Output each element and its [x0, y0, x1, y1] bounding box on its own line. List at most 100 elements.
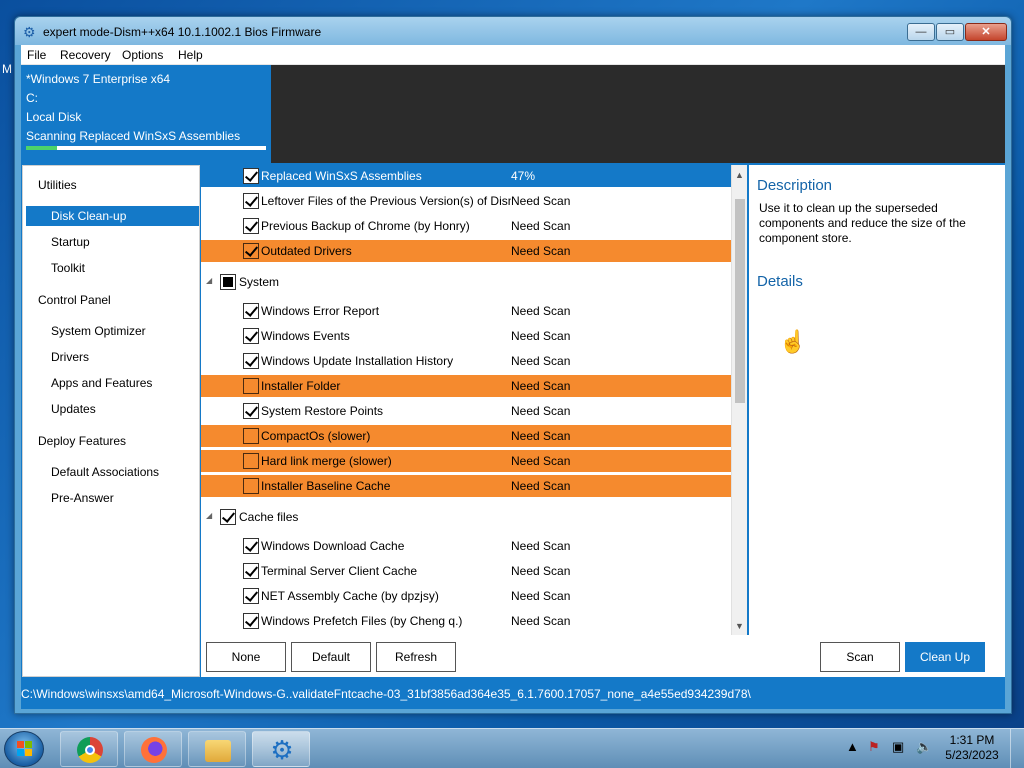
group-checkbox[interactable]: [220, 509, 236, 525]
status-path: C:\Windows\winsxs\amd64_Microsoft-Window…: [21, 687, 751, 701]
sidebar-group-deploy-features[interactable]: Deploy Features: [38, 434, 126, 448]
sidebar-group-control-panel[interactable]: Control Panel: [38, 293, 111, 307]
item-checkbox[interactable]: [243, 428, 259, 444]
sidebar-item-updates[interactable]: Updates: [26, 399, 199, 419]
item-checkbox[interactable]: [243, 453, 259, 469]
list-item[interactable]: System Restore Points Need Scan: [201, 400, 731, 422]
item-label: Windows Prefetch Files (by Cheng q.): [261, 614, 463, 628]
expand-arrow-icon[interactable]: ◢: [206, 276, 212, 285]
details-title: Details: [757, 273, 803, 290]
sidebar-item-startup[interactable]: Startup: [26, 232, 199, 252]
list-item[interactable]: Windows Events Need Scan: [201, 325, 731, 347]
menu-options[interactable]: Options: [122, 48, 163, 62]
item-checkbox[interactable]: [243, 563, 259, 579]
item-checkbox[interactable]: [243, 303, 259, 319]
list-item[interactable]: Terminal Server Client Cache Need Scan: [201, 560, 731, 582]
list-item[interactable]: Windows Prefetch Files (by Cheng q.) Need…: [201, 610, 731, 632]
close-button[interactable]: ✕: [965, 23, 1007, 41]
tray-expand-icon[interactable]: ▲: [846, 739, 859, 754]
item-checkbox[interactable]: [243, 328, 259, 344]
none-button[interactable]: None: [206, 642, 286, 672]
sidebar-item-apps-and-features[interactable]: Apps and Features: [26, 373, 199, 393]
sidebar-item-toolkit[interactable]: Toolkit: [26, 258, 199, 278]
sidebar-group-utilities[interactable]: Utilities: [38, 178, 77, 192]
default-button[interactable]: Default: [291, 642, 371, 672]
item-status: 47%: [511, 169, 536, 183]
menu-help[interactable]: Help: [178, 48, 203, 62]
item-checkbox[interactable]: [243, 353, 259, 369]
item-checkbox[interactable]: [243, 243, 259, 259]
list-scrollbar[interactable]: ▲ ▼: [731, 165, 747, 635]
item-label: Windows Error Report: [261, 304, 380, 318]
list-item[interactable]: CompactOs (slower) Need Scan: [201, 425, 731, 447]
list-item[interactable]: Previous Backup of Chrome (by Honry) Need…: [201, 215, 731, 237]
scroll-up-arrow-icon[interactable]: ▲: [735, 170, 744, 180]
group-row[interactable]: ◢ System: [201, 269, 731, 295]
item-checkbox[interactable]: [243, 193, 259, 209]
item-checkbox[interactable]: [243, 218, 259, 234]
dism-icon: ⚙: [270, 735, 294, 765]
sidebar-item-default-associations[interactable]: Default Associations: [26, 462, 199, 482]
sidebar-item-pre-answer[interactable]: Pre-Answer: [26, 488, 199, 508]
drive-letter: C:: [26, 91, 38, 105]
scroll-down-arrow-icon[interactable]: ▼: [735, 621, 744, 631]
item-checkbox[interactable]: [243, 538, 259, 554]
current-task: Scanning Replaced WinSxS Assemblies: [26, 129, 241, 143]
menu-bar: File Recovery Options Help: [21, 45, 1005, 65]
refresh-button[interactable]: Refresh: [376, 642, 456, 672]
item-label: Replaced WinSxS Assemblies: [261, 169, 422, 183]
list-item[interactable]: Replaced WinSxS Assemblies 47%: [201, 165, 731, 187]
item-checkbox[interactable]: [243, 403, 259, 419]
list-item[interactable]: Windows Download Cache Need Scan: [201, 535, 731, 557]
menu-recovery[interactable]: Recovery: [60, 48, 111, 62]
item-label: Windows Download Cache: [261, 539, 405, 553]
item-label: Hard link merge (slower): [261, 454, 392, 468]
item-label: System Restore Points: [261, 404, 384, 418]
item-checkbox[interactable]: [243, 478, 259, 494]
clock[interactable]: 1:31 PM 5/23/2023: [944, 733, 1000, 763]
sidebar-item-disk-clean-up[interactable]: Disk Clean-up: [26, 206, 199, 226]
taskbar: ⚙ ▲ ⚑ ▣ 🔈 1:31 PM 5/23/2023: [0, 728, 1024, 768]
scroll-thumb[interactable]: [735, 199, 745, 403]
header-dark-panel: [271, 65, 1005, 163]
list-item[interactable]: Windows Error Report Need Scan: [201, 300, 731, 322]
network-icon[interactable]: ▣: [892, 739, 904, 755]
item-label: Leftover Files of the Previous Version(s…: [261, 194, 511, 208]
expand-arrow-icon[interactable]: ◢: [206, 511, 212, 520]
item-checkbox[interactable]: [243, 588, 259, 604]
list-item[interactable]: Installer Baseline Cache Need Scan: [201, 475, 731, 497]
item-checkbox[interactable]: [243, 378, 259, 394]
volume-icon[interactable]: 🔈: [916, 739, 932, 755]
menu-file[interactable]: File: [27, 48, 46, 62]
sidebar-item-system-optimizer[interactable]: System Optimizer: [26, 321, 199, 341]
group-checkbox[interactable]: [220, 274, 236, 290]
item-label: Terminal Server Client Cache: [261, 564, 418, 578]
item-checkbox[interactable]: [243, 168, 259, 184]
sidebar-item-drivers[interactable]: Drivers: [26, 347, 199, 367]
list-item[interactable]: Windows Update Installation History Need …: [201, 350, 731, 372]
start-button[interactable]: [4, 731, 44, 767]
group-row[interactable]: ◢ Cache files: [201, 504, 731, 530]
taskbar-firefox[interactable]: [124, 731, 182, 767]
taskbar-chrome[interactable]: [60, 731, 118, 767]
show-desktop-button[interactable]: [1010, 729, 1024, 768]
maximize-button[interactable]: ▭: [936, 23, 964, 41]
item-status: Need Scan: [511, 329, 571, 343]
list-item[interactable]: Installer Folder Need Scan: [201, 375, 731, 397]
scan-button[interactable]: Scan: [820, 642, 900, 672]
item-label: Windows Events: [261, 329, 350, 343]
sidebar: Utilities Disk Clean-up Startup Toolkit …: [22, 165, 200, 677]
item-checkbox[interactable]: [243, 613, 259, 629]
taskbar-explorer[interactable]: [188, 731, 246, 767]
list-item[interactable]: NET Assembly Cache (by dpzjsy) Need Scan: [201, 585, 731, 607]
list-item[interactable]: Hard link merge (slower) Need Scan: [201, 450, 731, 472]
list-item[interactable]: Leftover Files of the Previous Version(s…: [201, 190, 731, 212]
clean-up-button[interactable]: Clean Up: [905, 642, 985, 672]
taskbar-dism[interactable]: ⚙: [252, 731, 310, 767]
minimize-button[interactable]: —: [907, 23, 935, 41]
list-item[interactable]: Outdated Drivers Need Scan: [201, 240, 731, 262]
image-info-panel[interactable]: *Windows 7 Enterprise x64 C: Local Disk …: [21, 65, 271, 163]
item-status: Need Scan: [511, 589, 571, 603]
action-center-icon[interactable]: ⚑: [868, 739, 880, 755]
title-bar[interactable]: ⚙ expert mode-Dism++x64 10.1.1002.1 Bios…: [15, 17, 1011, 45]
